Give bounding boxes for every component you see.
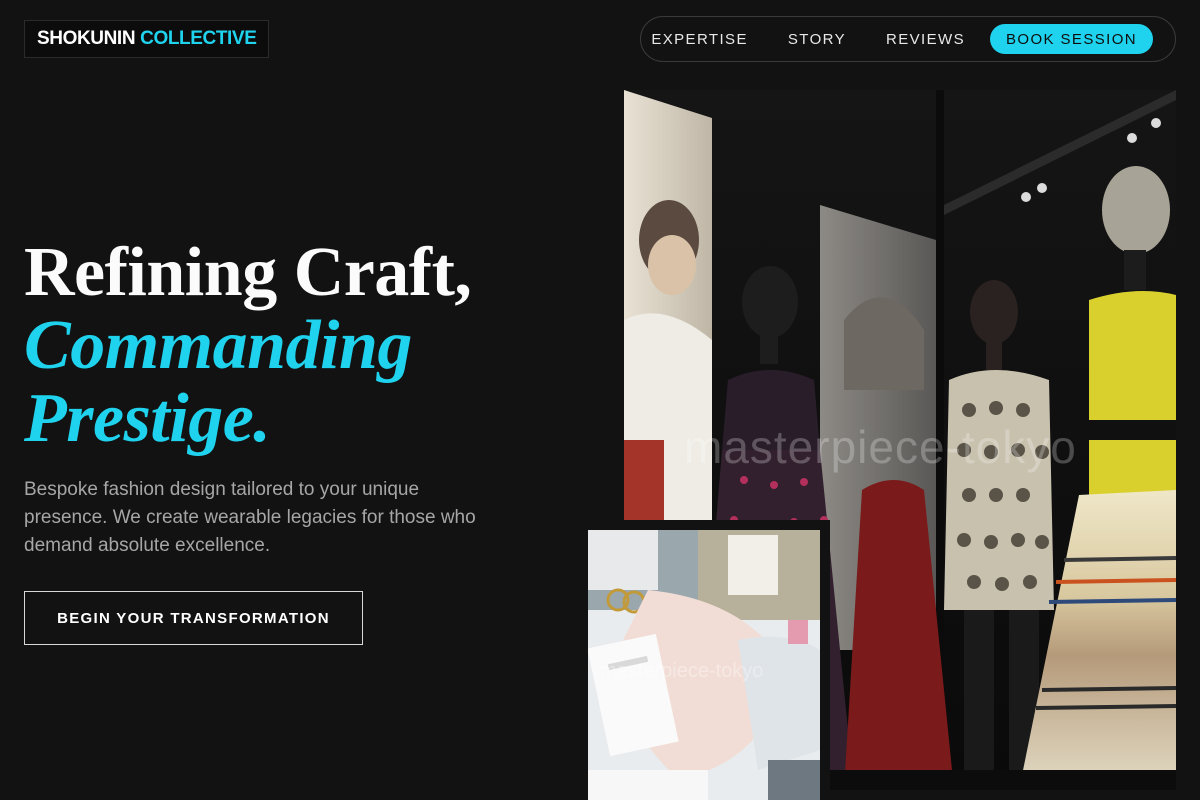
nav-item-story[interactable]: STORY [788, 31, 846, 48]
nav-item-reviews[interactable]: REVIEWS [886, 31, 965, 48]
brand-name-accent: COLLECTIVE [140, 28, 257, 49]
book-session-button[interactable]: BOOK SESSION [990, 24, 1153, 54]
atelier-illustration [588, 530, 820, 800]
main-nav: EXPERTISE STORY REVIEWS BOOK SESSION [640, 16, 1176, 62]
headline-line-1: Refining Craft, [24, 234, 472, 311]
brand-name-primary: SHOKUNIN [37, 28, 136, 49]
begin-transformation-button[interactable]: BEGIN YOUR TRANSFORMATION [24, 591, 363, 645]
landing-page: SHOKUNIN COLLECTIVE EXPERTISE STORY REVI… [0, 0, 1200, 800]
headline-line-3: Prestige. [24, 380, 271, 457]
hero-subtitle: Bespoke fashion design tailored to your … [24, 479, 476, 556]
hero-headline: Refining Craft, Commanding Prestige. [24, 236, 584, 455]
headline-line-2: Commanding [24, 307, 412, 384]
brand-logo[interactable]: SHOKUNIN COLLECTIVE [24, 20, 270, 58]
atelier-photo-frame: masterpiece-tokyo [580, 520, 830, 800]
nav-item-expertise[interactable]: EXPERTISE [651, 31, 748, 48]
